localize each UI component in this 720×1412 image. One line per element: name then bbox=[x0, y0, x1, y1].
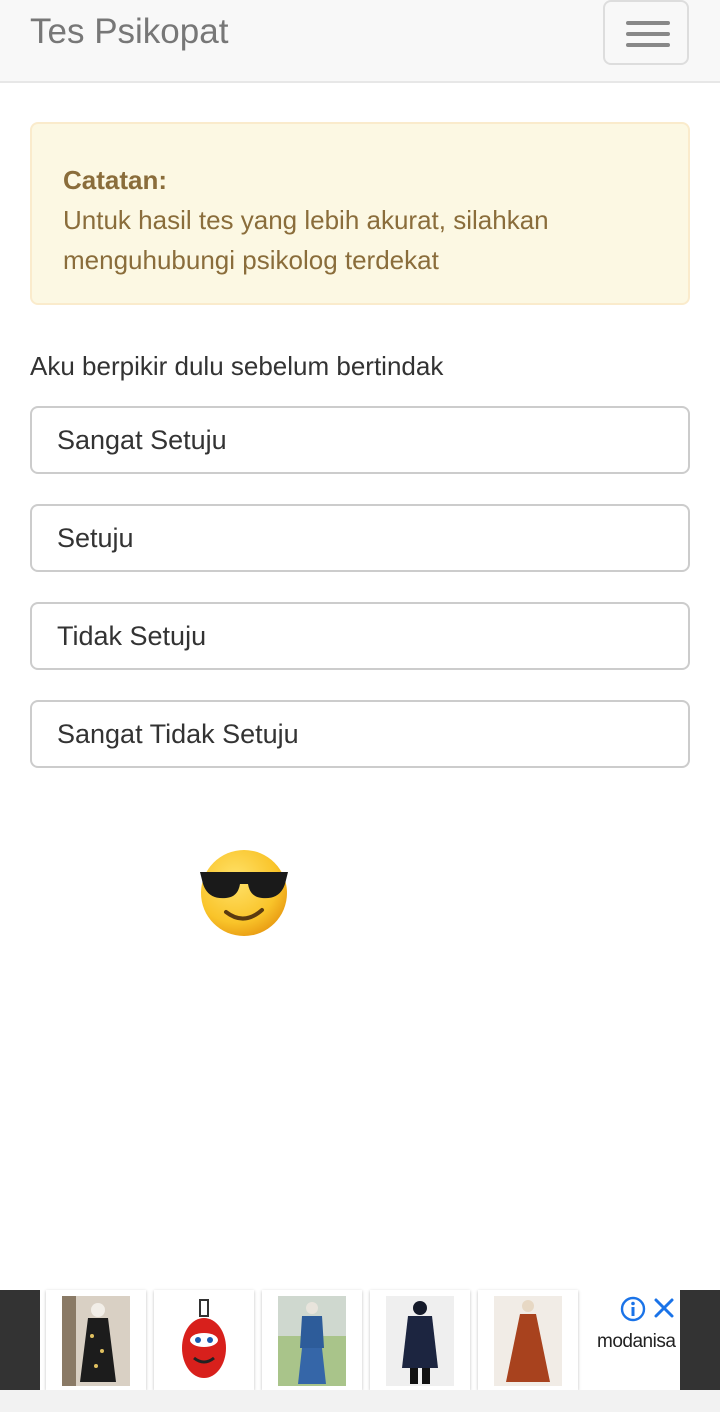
kids-trolley-bag-image bbox=[170, 1296, 238, 1386]
ad-product-card[interactable] bbox=[262, 1290, 362, 1390]
ad-product-card[interactable] bbox=[154, 1290, 254, 1390]
ad-product-card[interactable] bbox=[46, 1290, 146, 1390]
answer-option[interactable]: Sangat Tidak Setuju bbox=[30, 700, 690, 768]
question-text: Aku berpikir dulu sebelum bertindak bbox=[30, 351, 444, 381]
ad-close-icon[interactable] bbox=[652, 1296, 676, 1320]
navbar-brand[interactable]: Tes Psikopat bbox=[30, 12, 228, 52]
ad-logo-area: modanisa bbox=[584, 1290, 680, 1390]
answer-option[interactable]: Tidak Setuju bbox=[30, 602, 690, 670]
floral-dress-image bbox=[62, 1296, 130, 1386]
bottom-strip bbox=[0, 1390, 720, 1412]
note-alert: Catatan: Untuk hasil tes yang lebih akur… bbox=[30, 122, 690, 305]
ad-edge-left bbox=[0, 1290, 40, 1390]
note-label: Catatan: bbox=[63, 165, 168, 195]
ad-edge-right bbox=[680, 1290, 720, 1390]
ad-brand-name[interactable]: modanisa bbox=[597, 1331, 676, 1353]
ad-product-card[interactable] bbox=[370, 1290, 470, 1390]
sunglasses-emoji-icon bbox=[200, 850, 288, 936]
answer-option[interactable]: Sangat Setuju bbox=[30, 406, 690, 474]
navbar: Tes Psikopat bbox=[0, 0, 720, 83]
denim-suit-image bbox=[278, 1296, 346, 1386]
answer-option[interactable]: Setuju bbox=[30, 504, 690, 572]
navy-tunic-image bbox=[386, 1296, 454, 1386]
note-line-1: Untuk hasil tes yang lebih akurat, silah… bbox=[63, 205, 549, 235]
rust-maxi-dress-image bbox=[494, 1296, 562, 1386]
note-line-2: menguhubungi psikolog terdekat bbox=[63, 245, 439, 275]
menu-toggle-button[interactable] bbox=[603, 0, 689, 65]
ad-banner[interactable]: modanisa bbox=[0, 1290, 720, 1390]
ad-info-icon[interactable] bbox=[620, 1296, 646, 1322]
ad-product-card[interactable] bbox=[478, 1290, 578, 1390]
